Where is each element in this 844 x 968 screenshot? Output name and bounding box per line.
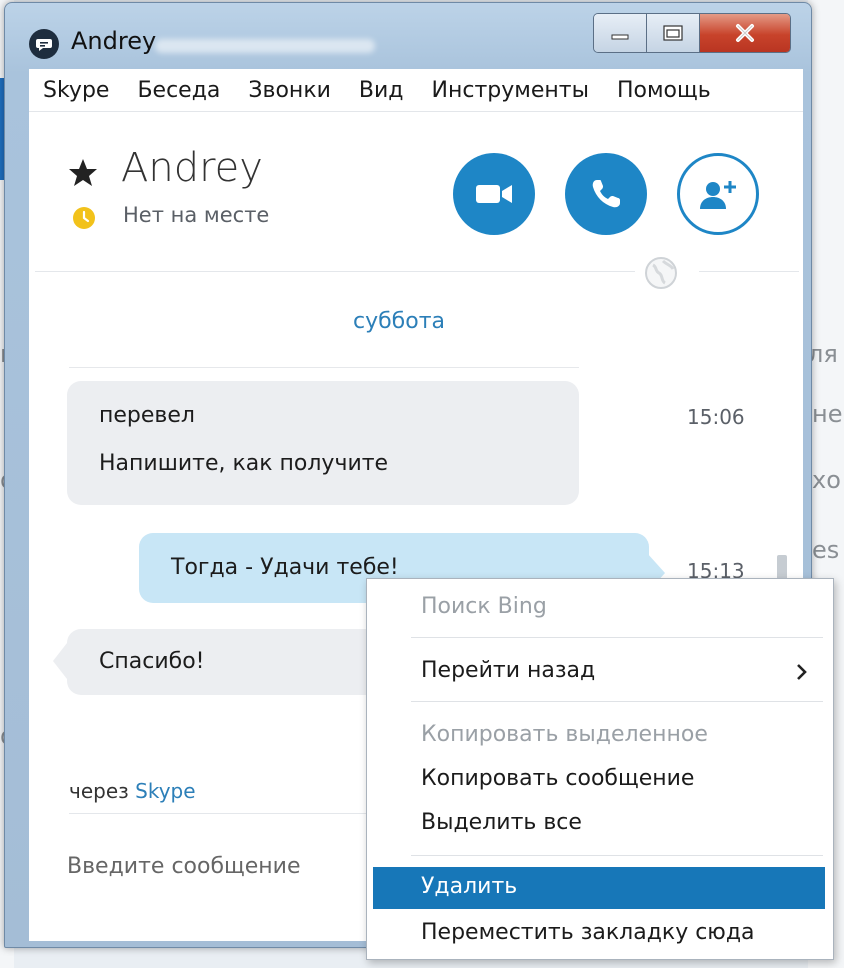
audio-call-button[interactable] <box>565 153 647 235</box>
away-status-icon <box>73 207 95 229</box>
menu-item-label: Переместить закладку сюда <box>421 920 755 945</box>
header-divider <box>699 271 799 272</box>
phone-icon <box>592 180 620 208</box>
bubble-tail <box>53 643 67 679</box>
video-call-button[interactable] <box>453 153 535 235</box>
globe-icon <box>645 257 677 289</box>
add-person-icon <box>700 181 736 209</box>
menu-item-label: Выделить все <box>421 810 582 835</box>
menu-view[interactable]: Вид <box>359 78 404 103</box>
message-timestamp: 15:06 <box>687 405 745 429</box>
favorite-star-icon[interactable] <box>67 157 99 189</box>
minimize-icon <box>611 34 629 40</box>
video-camera-icon <box>476 185 512 203</box>
menu-item-label: Поиск Bing <box>421 594 547 619</box>
background-text: не <box>812 400 843 428</box>
menu-separator <box>411 701 823 702</box>
background-text: хо <box>812 466 841 494</box>
menu-skype[interactable]: Skype <box>43 78 109 103</box>
close-button[interactable] <box>700 14 790 52</box>
menu-item-move-bookmark[interactable]: Переместить закладку сюда <box>367 913 833 953</box>
contact-name: Andrey <box>121 145 263 191</box>
via-skype-label: через Skype <box>69 779 196 803</box>
menu-item-delete[interactable]: Удалить <box>373 867 825 909</box>
background-text: es <box>812 536 840 564</box>
menu-help[interactable]: Помощь <box>617 78 711 103</box>
message-text: Тогда - Удачи тебе! <box>171 555 399 580</box>
menu-item-copy-selection[interactable]: Копировать выделенное <box>367 715 833 755</box>
maximize-button[interactable] <box>647 14 700 52</box>
menu-item-search-bing[interactable]: Поиск Bing <box>367 587 833 627</box>
message-input[interactable] <box>67 851 387 881</box>
message-bubble-incoming[interactable]: перевел Напишите, как получите <box>67 381 579 505</box>
message-text: Спасибо! <box>99 649 205 674</box>
message-text: Напишите, как получите <box>99 451 389 476</box>
menu-conversation[interactable]: Беседа <box>137 78 220 103</box>
window-title-blur <box>155 39 375 53</box>
close-icon <box>736 24 754 42</box>
maximize-icon <box>663 25 683 41</box>
menu-item-label: Копировать сообщение <box>421 766 695 791</box>
window-controls <box>593 13 791 53</box>
window-title: Andrey <box>71 27 157 55</box>
header-divider <box>35 271 635 272</box>
menu-item-label: Удалить <box>421 874 518 899</box>
chevron-right-icon <box>797 664 807 680</box>
title-bar[interactable]: Andrey <box>5 3 811 69</box>
menu-item-label: Копировать выделенное <box>421 722 708 747</box>
menu-item-select-all[interactable]: Выделить все <box>367 803 833 843</box>
date-divider <box>69 367 579 368</box>
message-bubble-incoming[interactable]: Спасибо! <box>67 629 407 695</box>
menu-calls[interactable]: Звонки <box>248 78 331 103</box>
minimize-button[interactable] <box>594 14 647 52</box>
menu-separator <box>411 855 823 856</box>
add-contact-button[interactable] <box>677 153 759 235</box>
menu-item-go-back[interactable]: Перейти назад <box>367 651 833 691</box>
conversation-date: суббота <box>353 309 446 334</box>
menu-item-copy-message[interactable]: Копировать сообщение <box>367 759 833 799</box>
contact-status: Нет на месте <box>123 203 270 227</box>
background-text: ля <box>808 340 838 368</box>
via-prefix: через <box>69 779 129 803</box>
menu-bar: Skype Беседа Звонки Вид Инструменты Помо… <box>29 69 803 112</box>
menu-tools[interactable]: Инструменты <box>432 78 589 103</box>
via-skype-link[interactable]: Skype <box>135 779 195 803</box>
menu-separator <box>411 637 823 638</box>
message-text: перевел <box>99 403 195 428</box>
menu-item-label: Перейти назад <box>421 658 596 683</box>
context-menu: Поиск Bing Перейти назад Копировать выде… <box>366 578 834 960</box>
skype-app-icon <box>29 29 59 59</box>
